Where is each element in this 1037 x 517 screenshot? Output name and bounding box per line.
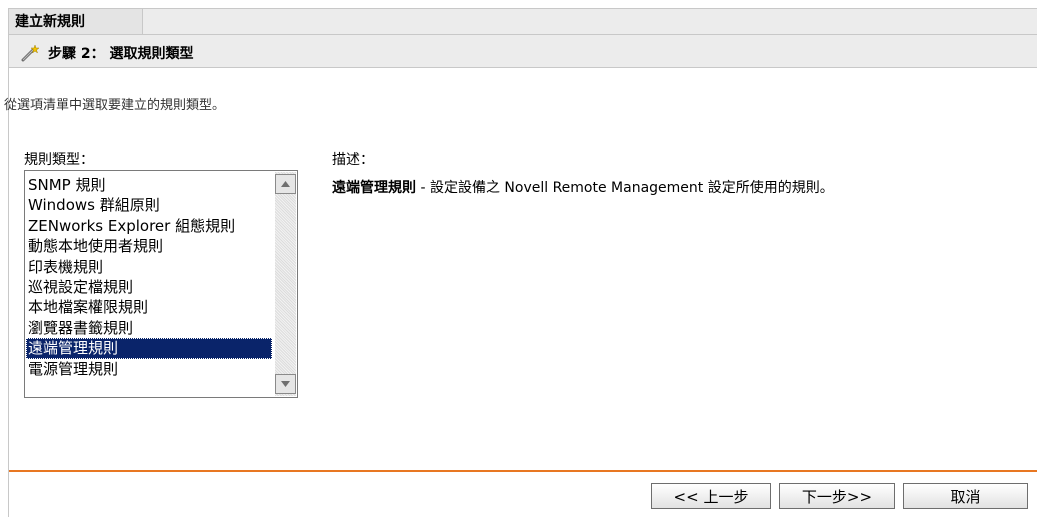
wand-icon (21, 44, 40, 62)
list-item-selected[interactable]: 遠端管理規則 (26, 338, 272, 359)
list-item[interactable]: 本地檔案權限規則 (26, 297, 272, 317)
next-button[interactable]: 下一步>> (779, 483, 895, 509)
description-title: 遠端管理規則 (332, 180, 416, 196)
step-title: 步驟 2： 選取規則類型 (20, 42, 194, 64)
arrow-up-icon (281, 181, 290, 187)
list-item[interactable]: 瀏覽器書籤規則 (26, 318, 272, 338)
description-text: 遠端管理規則 - 設定設備之 Novell Remote Management … (332, 177, 834, 197)
list-item[interactable]: 動態本地使用者規則 (26, 236, 272, 256)
list-item[interactable]: 電源管理規則 (26, 359, 272, 379)
scroll-down-button[interactable] (275, 374, 296, 394)
list-item[interactable]: Windows 群組原則 (26, 195, 272, 215)
rule-types-label: 規則類型： (24, 152, 94, 168)
arrow-down-icon (281, 381, 290, 387)
list-item[interactable]: SNMP 規則 (26, 175, 272, 195)
description-label: 描述： (332, 152, 374, 168)
description-body: - 設定設備之 Novell Remote Management 設定所使用的規… (416, 180, 834, 196)
footer-separator (9, 470, 1037, 472)
rule-types-list: SNMP 規則 Windows 群組原則 ZENworks Explorer 組… (26, 175, 272, 379)
step-title-text: 步驟 2： 選取規則類型 (48, 46, 194, 62)
list-item[interactable]: 印表機規則 (26, 257, 272, 277)
header-divider (143, 34, 1037, 35)
listbox-scrollbar[interactable] (275, 172, 296, 396)
rule-types-listbox[interactable]: SNMP 規則 Windows 群組原則 ZENworks Explorer 組… (24, 170, 298, 398)
instruction-text: 從選項清單中選取要建立的規則類型。 (4, 98, 226, 113)
list-item[interactable]: 巡視設定檔規則 (26, 277, 272, 297)
wizard-title: 建立新規則 (9, 9, 143, 35)
scroll-up-button[interactable] (275, 174, 296, 194)
previous-button[interactable]: << 上一步 (651, 483, 771, 509)
list-item[interactable]: ZENworks Explorer 組態規則 (26, 216, 272, 236)
cancel-button[interactable]: 取消 (903, 483, 1028, 509)
